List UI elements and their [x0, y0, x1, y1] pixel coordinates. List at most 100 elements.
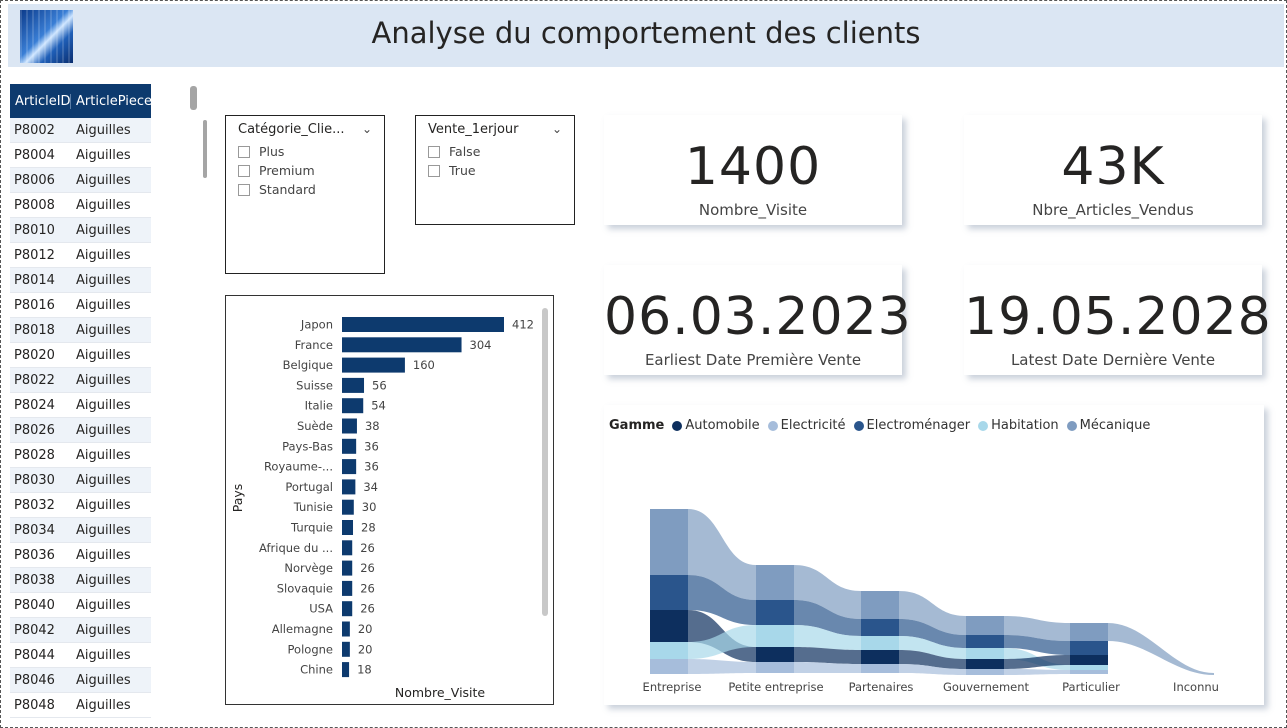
bar[interactable]: [342, 357, 405, 373]
slicer-option-true[interactable]: True: [428, 163, 476, 178]
bar[interactable]: [342, 337, 462, 353]
bar[interactable]: [342, 499, 354, 515]
ribbon-segment[interactable]: [1070, 623, 1108, 641]
table-row[interactable]: P8036 Aiguilles: [10, 543, 151, 568]
bar[interactable]: [342, 418, 357, 434]
checkbox[interactable]: [428, 145, 440, 158]
card-nbre-articles-vendus[interactable]: 43K Nbre_Articles_Vendus: [964, 115, 1262, 225]
table-row[interactable]: P8046 Aiguilles: [10, 668, 151, 693]
table-row[interactable]: P8016 Aiguilles: [10, 293, 151, 318]
column-header-articlepiece[interactable]: ArticlePiece: [71, 94, 152, 109]
bar[interactable]: [342, 560, 353, 576]
table-row[interactable]: P8010 Aiguilles: [10, 218, 151, 243]
bar[interactable]: [342, 641, 350, 657]
ribbon-segment[interactable]: [861, 636, 899, 650]
slicer-option-false[interactable]: False: [428, 144, 480, 159]
slicer-vente-1erjour[interactable]: Vente_1erjour ⌄ False True: [415, 115, 575, 225]
slicer-option-plus[interactable]: Plus: [238, 144, 284, 159]
bar[interactable]: [342, 580, 353, 596]
ribbon-segment[interactable]: [756, 662, 794, 673]
table-row[interactable]: P8020 Aiguilles: [10, 343, 151, 368]
ribbon-segment[interactable]: [650, 642, 688, 659]
slicer-categorie-client[interactable]: Catégorie_Clie... ⌄ Plus Premium Standar…: [225, 115, 385, 274]
table-row[interactable]: P8034 Aiguilles: [10, 518, 151, 543]
bar-chart-pays[interactable]: Japon 412 France 304 Belgique 160 Suisse 56 Ital…: [225, 295, 554, 705]
checkbox[interactable]: [428, 164, 440, 177]
table-row[interactable]: P8012 Aiguilles: [10, 243, 151, 268]
chart-scrollbar[interactable]: [542, 308, 548, 616]
ribbon-segment[interactable]: [756, 647, 794, 662]
slicer-option-premium[interactable]: Premium: [238, 163, 315, 178]
cell-articlepiece: Aiguilles: [76, 647, 131, 663]
ribbon-segment[interactable]: [756, 565, 794, 600]
ribbon-segment[interactable]: [1070, 655, 1108, 665]
column-header-articleid[interactable]: ArticleID: [10, 93, 71, 109]
table-row[interactable]: P8008 Aiguilles: [10, 193, 151, 218]
bar[interactable]: [342, 662, 350, 678]
ribbon-segment[interactable]: [650, 610, 688, 642]
chevron-down-icon[interactable]: ⌄: [552, 122, 562, 136]
slicer-option-standard[interactable]: Standard: [238, 182, 316, 197]
ribbon-segment[interactable]: [756, 625, 794, 647]
table-row[interactable]: P8022 Aiguilles: [10, 368, 151, 393]
bar[interactable]: [342, 540, 353, 556]
table-scrollbar[interactable]: [190, 86, 197, 110]
table-row[interactable]: P8042 Aiguilles: [10, 618, 151, 643]
ribbon-flow[interactable]: [1004, 669, 1070, 675]
card-earliest-date[interactable]: 06.03.2023 Earliest Date Première Vente: [604, 265, 911, 375]
checkbox[interactable]: [238, 164, 250, 177]
card-nombre-visite[interactable]: 1400 Nombre_Visite: [604, 115, 902, 225]
ribbon-segment[interactable]: [650, 659, 688, 674]
ribbon-segment[interactable]: [966, 616, 1004, 635]
tick-label: USA: [309, 602, 333, 616]
cell-articlepiece: Aiguilles: [76, 397, 131, 413]
table-row[interactable]: P8032 Aiguilles: [10, 493, 151, 518]
checkbox[interactable]: [238, 183, 250, 196]
checkbox[interactable]: [238, 145, 250, 158]
ribbon-segment[interactable]: [1070, 665, 1108, 670]
ribbon-flow[interactable]: [1108, 623, 1214, 675]
bar[interactable]: [342, 377, 365, 393]
ribbon-segment[interactable]: [1070, 641, 1108, 655]
ribbon-segment[interactable]: [650, 575, 688, 610]
ribbon-segment[interactable]: [756, 600, 794, 625]
ribbon-segment[interactable]: [966, 659, 1004, 669]
bar[interactable]: [342, 520, 354, 535]
table-row[interactable]: P8018 Aiguilles: [10, 318, 151, 343]
table-row[interactable]: P8030 Aiguilles: [10, 468, 151, 493]
ribbon-segment[interactable]: [966, 635, 1004, 648]
bar[interactable]: [342, 317, 504, 332]
bar[interactable]: [342, 398, 364, 414]
ribbon-segment[interactable]: [861, 619, 899, 636]
ribbon-segment[interactable]: [966, 648, 1004, 659]
bar[interactable]: [342, 459, 357, 475]
table-row[interactable]: P8044 Aiguilles: [10, 643, 151, 668]
table-row[interactable]: P8048 Aiguilles: [10, 693, 151, 718]
ribbon-segment[interactable]: [861, 650, 899, 664]
table-row[interactable]: P8014 Aiguilles: [10, 268, 151, 293]
table-row[interactable]: P8026 Aiguilles: [10, 418, 151, 443]
chevron-down-icon[interactable]: ⌄: [362, 122, 372, 136]
table-row[interactable]: P8040 Aiguilles: [10, 593, 151, 618]
data-label: 28: [361, 521, 376, 535]
bar[interactable]: [342, 479, 356, 495]
table-row[interactable]: P8006 Aiguilles: [10, 168, 151, 193]
article-table[interactable]: ArticleID ArticlePiece P8002 Aiguilles P80…: [10, 84, 152, 718]
bar[interactable]: [342, 438, 357, 454]
card-latest-date[interactable]: 19.05.2028 Latest Date Dernière Vente: [964, 265, 1271, 375]
ribbon-segment[interactable]: [861, 591, 899, 619]
ribbon-segment[interactable]: [1070, 670, 1108, 674]
card-label: Nbre_Articles_Vendus: [1032, 201, 1194, 219]
page-scrollbar[interactable]: [203, 120, 207, 178]
table-row[interactable]: P8038 Aiguilles: [10, 568, 151, 593]
ribbon-segment[interactable]: [650, 509, 688, 575]
bar[interactable]: [342, 621, 350, 637]
ribbon-segment[interactable]: [861, 664, 899, 673]
table-row[interactable]: P8028 Aiguilles: [10, 443, 151, 468]
bar[interactable]: [342, 601, 353, 617]
table-row[interactable]: P8002 Aiguilles: [10, 118, 151, 143]
ribbon-segment[interactable]: [966, 669, 1004, 675]
table-row[interactable]: P8004 Aiguilles: [10, 143, 151, 168]
table-row[interactable]: P8024 Aiguilles: [10, 393, 151, 418]
ribbon-chart-gamme[interactable]: Gamme Automobile Electricité Electroménage…: [604, 405, 1264, 705]
